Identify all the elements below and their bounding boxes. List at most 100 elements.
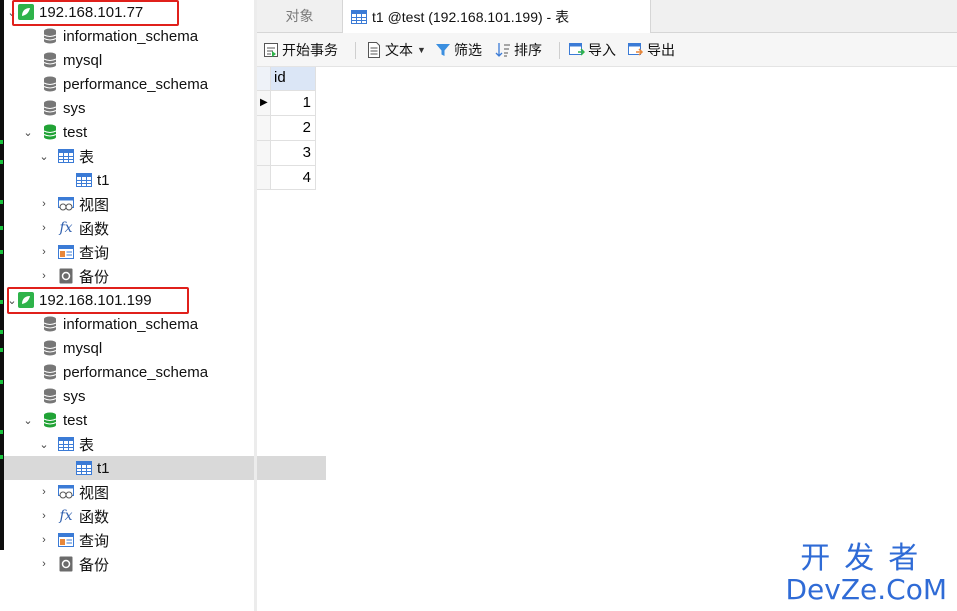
toolbar-separator xyxy=(355,42,356,59)
tree-group-backups[interactable]: › 备份 xyxy=(4,264,288,288)
database-name: information_schema xyxy=(63,315,199,333)
function-icon: fx xyxy=(59,220,73,236)
tree-database-open[interactable]: ⌄ test xyxy=(4,120,272,144)
tree-group-functions[interactable]: › fx 函数 xyxy=(4,504,288,528)
export-button[interactable]: 导出 xyxy=(628,33,675,66)
database-name: mysql xyxy=(63,339,103,357)
tab-label: t1 @test (192.168.101.199) - 表 xyxy=(372,8,570,25)
chevron-right-icon[interactable]: › xyxy=(38,534,50,546)
grid-cell[interactable]: 1 xyxy=(271,91,316,116)
chevron-right-icon[interactable]: › xyxy=(38,510,50,522)
database-name: test xyxy=(63,123,88,141)
import-icon xyxy=(569,42,585,58)
grid-cell[interactable]: 3 xyxy=(271,141,316,166)
tree-group-functions[interactable]: › fx 函数 xyxy=(4,216,288,240)
column-header-id[interactable]: id xyxy=(271,67,316,91)
row-indicator[interactable] xyxy=(257,166,271,190)
tree-database[interactable]: performance_schema xyxy=(4,72,292,96)
document-text-icon xyxy=(366,41,382,58)
chevron-down-icon[interactable]: ⌄ xyxy=(38,150,50,163)
tree-table-selected[interactable]: t1 xyxy=(4,456,326,480)
view-icon xyxy=(58,196,74,212)
table-icon xyxy=(76,460,92,476)
tree-group-views[interactable]: › 视图 xyxy=(4,192,288,216)
watermark: 开发者 DevZe.CoM xyxy=(785,543,947,605)
sort-button[interactable]: 排序 xyxy=(495,33,542,66)
database-name: performance_schema xyxy=(63,363,209,381)
group-label: 查询 xyxy=(79,244,110,262)
chevron-right-icon[interactable]: › xyxy=(38,246,50,258)
text-label: 文本 xyxy=(385,41,413,58)
chevron-down-icon[interactable]: ⌄ xyxy=(22,414,34,427)
grid-cell[interactable]: 4 xyxy=(271,166,316,190)
row-indicator[interactable] xyxy=(257,116,271,141)
tree-database[interactable]: information_schema xyxy=(4,24,292,48)
tab-table-t1[interactable]: t1 @test (192.168.101.199) - 表 xyxy=(343,0,651,33)
tree-database[interactable]: mysql xyxy=(4,48,292,72)
table-icon xyxy=(58,148,74,164)
tree-group-queries[interactable]: › 查询 xyxy=(4,240,288,264)
begin-transaction-label: 开始事务 xyxy=(282,41,338,58)
database-icon xyxy=(42,364,58,380)
chevron-down-icon[interactable]: ⌄ xyxy=(22,126,34,139)
row-indicator[interactable] xyxy=(257,141,271,166)
tree-group-views[interactable]: › 视图 xyxy=(4,480,288,504)
chevron-right-icon[interactable]: › xyxy=(38,222,50,234)
table-icon xyxy=(351,9,367,25)
database-name: test xyxy=(63,411,88,429)
chevron-right-icon[interactable]: › xyxy=(38,558,50,570)
cell-value: 3 xyxy=(302,144,311,161)
database-open-icon xyxy=(42,124,58,140)
grid-cell[interactable]: 2 xyxy=(271,116,316,141)
table-name: t1 xyxy=(97,171,110,189)
tree-database[interactable]: sys xyxy=(4,96,292,120)
database-open-icon xyxy=(42,412,58,428)
group-label: 表 xyxy=(79,148,95,166)
chevron-right-icon[interactable]: › xyxy=(38,270,50,282)
view-icon xyxy=(58,484,74,500)
tab-objects[interactable]: 对象 xyxy=(257,0,343,32)
function-icon: fx xyxy=(59,508,73,524)
tree-database[interactable]: performance_schema xyxy=(4,360,292,384)
database-name: sys xyxy=(63,387,86,405)
database-icon xyxy=(42,100,58,116)
query-icon xyxy=(58,532,74,548)
chevron-down-icon[interactable]: ⌄ xyxy=(38,438,50,451)
filter-button[interactable]: 筛选 xyxy=(435,33,482,66)
toolbar: 开始事务 文本 ▼ 筛选 排序 导入 导出 xyxy=(257,33,957,67)
sort-label: 排序 xyxy=(514,41,542,58)
tree-group-tables[interactable]: ⌄ 表 xyxy=(4,144,288,168)
export-label: 导出 xyxy=(647,41,675,58)
tree-group-queries[interactable]: › 查询 xyxy=(4,528,288,552)
import-label: 导入 xyxy=(588,41,616,58)
tree-database[interactable]: information_schema xyxy=(4,312,292,336)
chevron-right-icon[interactable]: › xyxy=(38,198,50,210)
begin-transaction-button[interactable]: 开始事务 xyxy=(263,33,338,66)
tree-database[interactable]: sys xyxy=(4,384,292,408)
text-menu-button[interactable]: 文本 ▼ xyxy=(366,33,426,66)
tree-group-tables[interactable]: ⌄ 表 xyxy=(4,432,288,456)
tab-label: 对象 xyxy=(285,8,314,24)
filter-label: 筛选 xyxy=(454,41,482,58)
database-name: mysql xyxy=(63,51,103,69)
import-button[interactable]: 导入 xyxy=(569,33,616,66)
table-name: t1 xyxy=(97,459,110,477)
chevron-right-icon[interactable]: › xyxy=(38,486,50,498)
tree-database-open[interactable]: ⌄ test xyxy=(4,408,272,432)
tree-database[interactable]: mysql xyxy=(4,336,292,360)
tree-group-backups[interactable]: › 备份 xyxy=(4,552,288,576)
watermark-en: DevZe.CoM xyxy=(785,573,947,606)
transaction-icon xyxy=(263,42,279,58)
tab-bar: 对象 t1 @test (192.168.101.199) - 表 xyxy=(257,0,957,33)
highlight-box-connection-2 xyxy=(7,287,189,314)
table-icon xyxy=(58,436,74,452)
backup-icon xyxy=(58,268,74,284)
query-icon xyxy=(58,244,74,260)
group-label: 表 xyxy=(79,436,95,454)
database-icon xyxy=(42,52,58,68)
group-label: 查询 xyxy=(79,532,110,550)
sort-icon xyxy=(495,42,511,58)
group-label: 函数 xyxy=(79,220,110,238)
table-icon xyxy=(76,172,92,188)
row-indicator[interactable]: ▶ xyxy=(257,91,271,116)
